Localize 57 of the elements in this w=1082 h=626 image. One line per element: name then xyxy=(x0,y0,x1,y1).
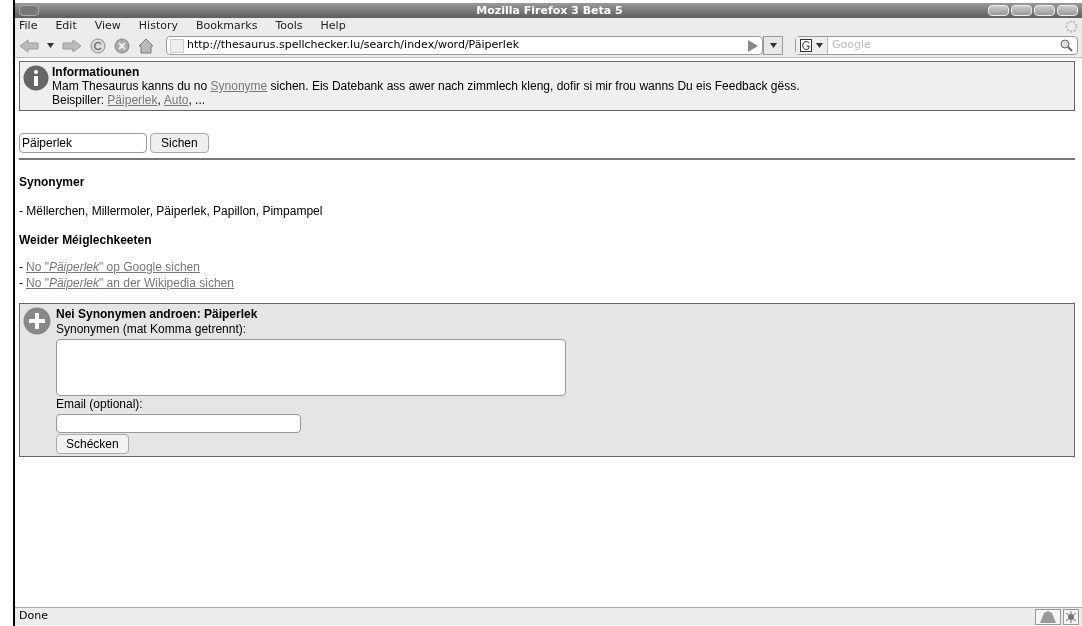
forward-icon[interactable] xyxy=(62,38,82,53)
minimize-button[interactable] xyxy=(988,5,1009,16)
info-icon xyxy=(23,65,49,91)
go-icon[interactable] xyxy=(748,39,758,52)
stop-icon[interactable] xyxy=(114,37,130,54)
bug-icon[interactable] xyxy=(1063,608,1079,625)
engine-icon xyxy=(800,39,812,52)
examples-label: Beispiller: xyxy=(52,93,106,107)
separator: , xyxy=(157,93,161,107)
word-input[interactable]: Päiperlek xyxy=(19,133,147,153)
email-input[interactable] xyxy=(56,414,301,433)
back-icon[interactable] xyxy=(19,38,39,53)
search-field[interactable]: Google xyxy=(795,36,1078,55)
list-dash: - xyxy=(19,259,23,275)
search-button[interactable]: Sichen xyxy=(150,133,209,153)
synonyms-link[interactable]: Synonyme xyxy=(210,79,268,93)
add-title: Nei Synonymen androen: Päiperlek xyxy=(56,307,258,322)
search-link[interactable]: No "Päiperlek" op Google sichen xyxy=(26,259,200,275)
menu-item[interactable]: Bookmarks xyxy=(196,17,258,35)
synonyms-list: - Mëllerchen, Millermoler, Päiperlek, Papillon, Pimpampel xyxy=(19,202,323,220)
search-link[interactable]: No "Päiperlek" an der Wikipedia sichen xyxy=(26,275,234,291)
email-label: Email (optional): xyxy=(56,397,143,412)
reload-icon[interactable] xyxy=(90,37,106,54)
window-icon[interactable] xyxy=(19,5,39,16)
synonyms-label: Synonymen (mat Komma getrennt): xyxy=(56,322,247,337)
address-bar[interactable]: http://thesaurus.spellchecker.lu/search/index/word/Päiperlek xyxy=(166,36,763,55)
caret-icon xyxy=(816,43,823,48)
history-dropdown[interactable] xyxy=(763,36,783,55)
list-dash: - xyxy=(19,275,23,291)
close-button[interactable] xyxy=(1057,5,1078,16)
window-title: Mozilla Firefox 3 Beta 5 xyxy=(475,3,624,18)
caret-icon xyxy=(769,43,777,48)
menu-item[interactable]: History xyxy=(138,17,178,35)
more-heading: Weider Méiglechkeeten xyxy=(19,232,152,249)
examples-more: , ... xyxy=(188,93,206,107)
send-button[interactable]: Schécken xyxy=(56,434,129,454)
throbber-icon xyxy=(1065,19,1078,33)
plus-icon xyxy=(23,307,51,335)
menu-item[interactable]: Help xyxy=(320,17,346,35)
search-input[interactable]: Google xyxy=(828,37,1060,54)
info-title: Informatiounen xyxy=(52,65,141,79)
page-icon xyxy=(170,38,184,53)
menu-item[interactable]: File xyxy=(19,17,38,35)
maximize-button[interactable] xyxy=(1034,5,1055,16)
synonyms-heading: Synonymer xyxy=(19,174,85,191)
dropdown-icon[interactable] xyxy=(47,43,54,48)
status-text: Done xyxy=(19,608,48,625)
menu-item[interactable]: Tools xyxy=(275,17,303,35)
synonyms-textarea[interactable] xyxy=(56,339,566,396)
home-icon[interactable] xyxy=(138,37,154,54)
engine-selector[interactable] xyxy=(796,37,828,54)
search-icon[interactable] xyxy=(1060,39,1073,52)
shade-button[interactable] xyxy=(1011,5,1032,16)
address-text: http://thesaurus.spellchecker.lu/search/index/word/Päiperlek xyxy=(187,37,520,54)
menu-item[interactable]: Edit xyxy=(55,17,77,35)
menu-item[interactable]: View xyxy=(94,17,121,35)
info-text: Mam Thesaurus kanns du no Synonyme sichen. Eis Datebank ass awer nach zimmlech kleng, dofir si mir frou wanns Du eis Feedback gëss. xyxy=(52,79,800,93)
